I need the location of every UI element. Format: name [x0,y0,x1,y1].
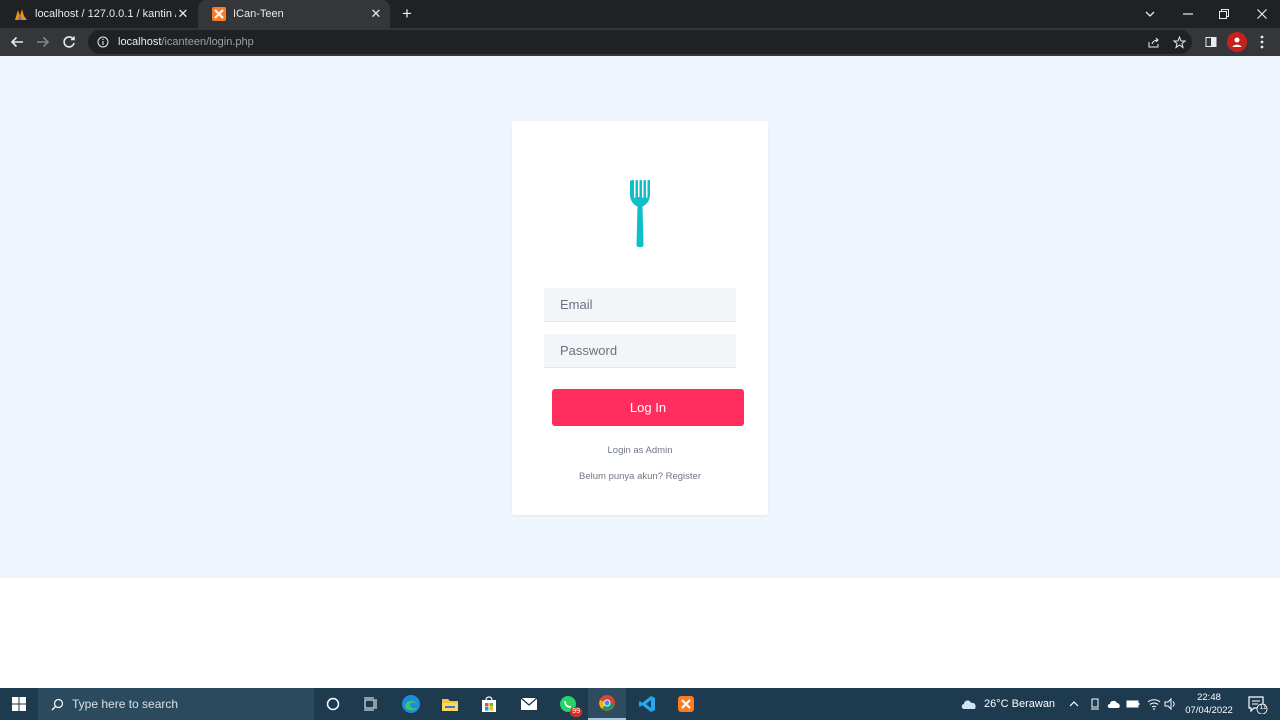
device-icon[interactable] [1089,688,1101,720]
wifi-icon[interactable] [1147,688,1161,720]
onedrive-icon[interactable] [1107,688,1121,720]
address-bar[interactable]: localhost/icanteen/login.php [88,30,1192,54]
edge-browser-icon[interactable] [392,688,430,720]
share-icon[interactable] [1143,32,1163,52]
taskbar-search-box[interactable]: Type here to search [38,688,314,720]
browser-toolbar: localhost/icanteen/login.php [0,28,1280,56]
tab-title: ICan-Teen [233,8,284,20]
search-placeholder: Type here to search [72,697,179,711]
xampp-icon [212,7,226,21]
notification-center-icon[interactable]: 11 [1242,688,1272,720]
browser-tab-icanteen[interactable]: ICan-Teen ✕ [198,0,390,28]
tray-chevron-icon[interactable] [1068,688,1080,720]
close-tab-icon[interactable]: ✕ [176,6,190,22]
vscode-icon[interactable] [628,688,666,720]
login-button[interactable]: Log In [552,389,744,426]
profile-avatar[interactable] [1227,32,1247,52]
reload-icon[interactable] [57,30,81,54]
whatsapp-icon[interactable]: 99 [549,688,587,720]
windows-taskbar: Type here to search 99 26°C Berawan 22:4… [0,688,1280,720]
menu-kebab-icon[interactable] [1252,32,1272,52]
bookmark-star-icon[interactable] [1169,32,1189,52]
close-window-icon[interactable] [1244,0,1280,28]
login-card: Log In Login as Admin Belum punya akun? … [512,121,768,515]
register-link[interactable]: Belum punya akun? Register [512,471,768,482]
url-text: localhost/icanteen/login.php [118,36,254,48]
weather-text: 26°C Berawan [984,698,1056,710]
fork-icon [628,179,652,251]
side-panel-icon[interactable] [1201,32,1221,52]
cortana-icon[interactable] [314,688,352,720]
task-view-icon[interactable] [352,688,390,720]
file-explorer-icon[interactable] [431,688,469,720]
search-icon [50,697,64,711]
volume-icon[interactable] [1164,688,1178,720]
restore-icon[interactable] [1206,0,1242,28]
microsoft-store-icon[interactable] [470,688,508,720]
login-as-admin-link[interactable]: Login as Admin [512,445,768,456]
battery-icon[interactable] [1126,688,1140,720]
url-host: localhost [118,36,162,48]
mail-icon[interactable] [510,688,548,720]
tab-search-icon[interactable] [1132,0,1168,28]
close-tab-icon[interactable]: ✕ [368,6,384,22]
forward-arrow-icon[interactable] [31,30,55,54]
cloud-icon [960,698,978,710]
email-field[interactable] [544,288,736,322]
back-arrow-icon[interactable] [5,30,29,54]
browser-tab-strip: localhost / 127.0.0.1 / kantin / ad ✕ IC… [0,0,1280,28]
weather-widget[interactable]: 26°C Berawan [960,688,1055,720]
unread-count-badge: 99 [570,707,582,717]
notification-count-badge: 11 [1259,704,1267,711]
taskbar-clock[interactable]: 22:48 07/04/2022 [1180,691,1238,717]
login-page: Log In Login as Admin Belum punya akun? … [0,56,1280,578]
xampp-control-icon[interactable] [667,688,705,720]
tab-title: localhost / 127.0.0.1 / kantin / ad [35,8,176,20]
minimize-icon[interactable] [1170,0,1206,28]
clock-time: 22:48 [1197,692,1221,703]
windows-start-icon[interactable] [0,688,38,720]
clock-date: 07/04/2022 [1185,705,1233,716]
new-tab-button[interactable]: + [396,3,418,25]
phpmyadmin-icon [14,7,28,21]
chrome-icon[interactable] [588,688,626,720]
browser-tab-phpmyadmin[interactable]: localhost / 127.0.0.1 / kantin / ad ✕ [0,0,196,28]
site-info-icon[interactable] [96,35,110,49]
password-field[interactable] [544,334,736,368]
url-path: /icanteen/login.php [161,36,254,48]
